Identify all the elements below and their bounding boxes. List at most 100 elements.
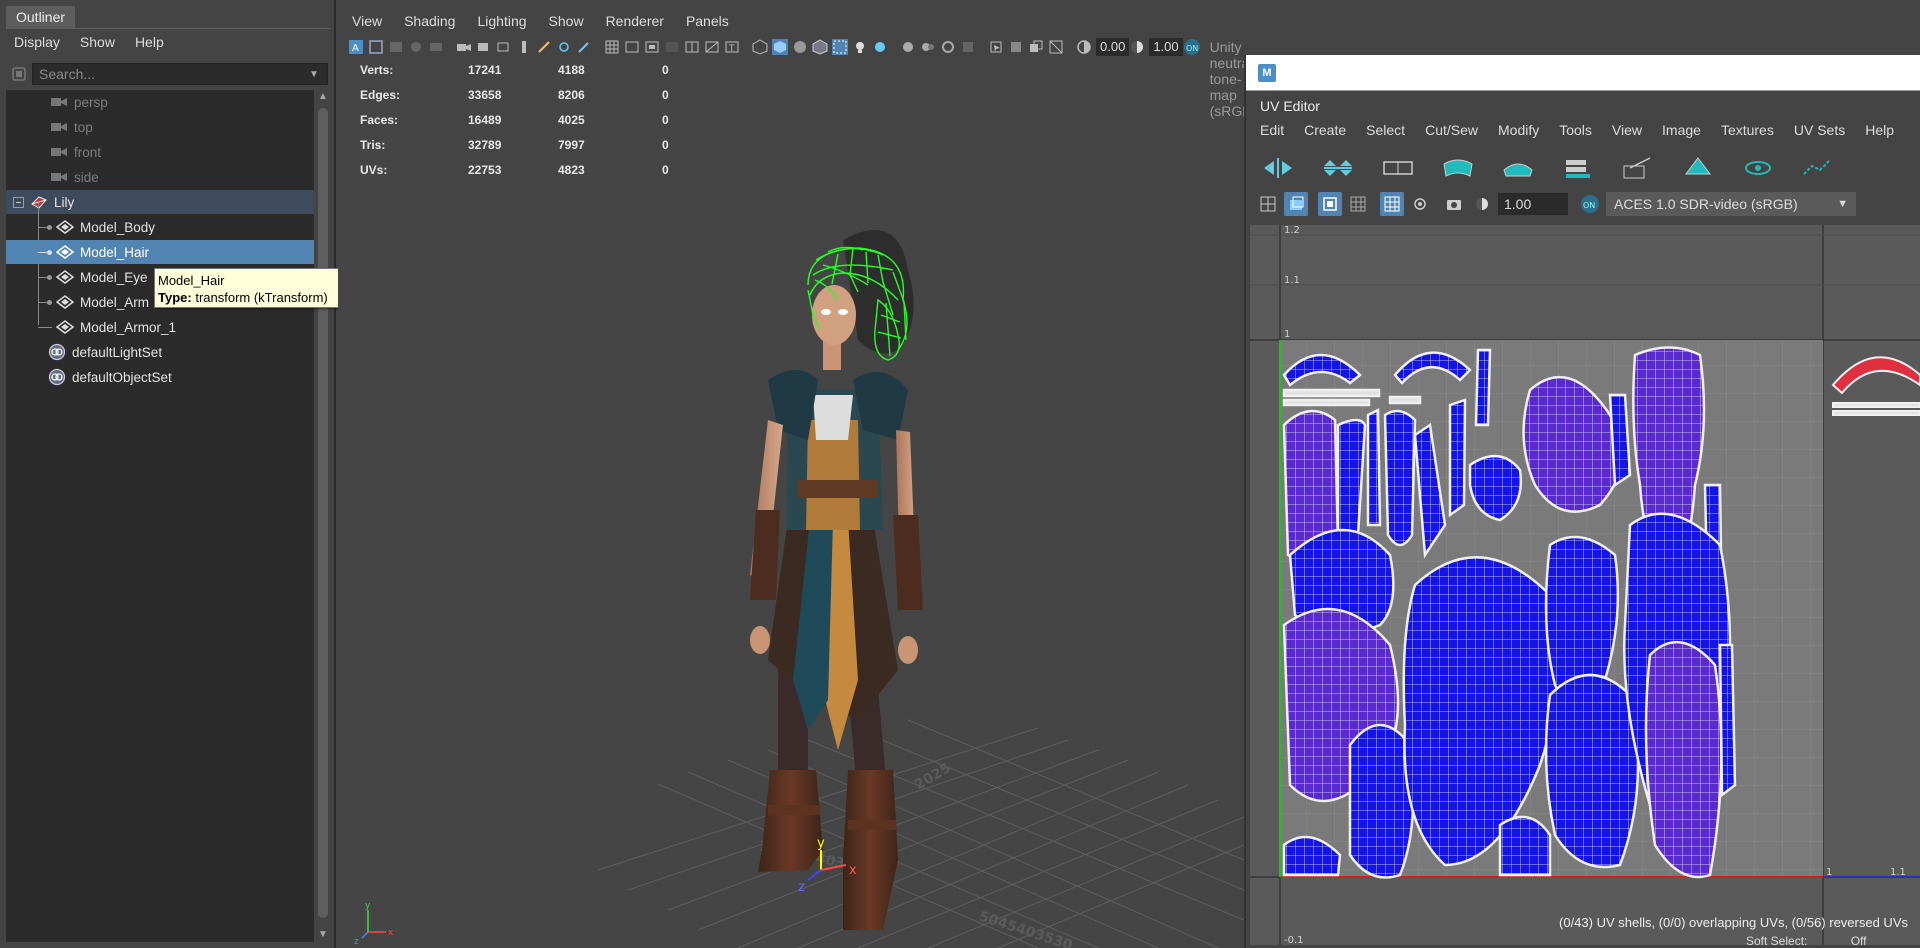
image-plane-icon[interactable] <box>408 39 424 56</box>
depth-of-field-icon[interactable] <box>960 39 976 56</box>
gate-mask-icon[interactable] <box>664 39 680 56</box>
color-management-icon[interactable]: ON <box>1183 39 1200 56</box>
film-gate-icon[interactable] <box>496 39 512 56</box>
uv-checker-icon[interactable] <box>1380 192 1404 216</box>
bookmark-flag-icon[interactable] <box>516 39 532 56</box>
bookmark-icon[interactable] <box>388 39 404 56</box>
outliner-item-default-object-set[interactable]: defaultObjectSet <box>6 365 314 389</box>
uv-color-management-icon[interactable]: ON <box>1578 192 1602 216</box>
camera-icon[interactable] <box>456 39 472 56</box>
uv-menu-textures[interactable]: Textures <box>1721 122 1774 138</box>
menu-help[interactable]: Help <box>135 34 164 50</box>
uv-canvas[interactable]: 1.2 1.1 1 1 1.1 -0.1 <box>1250 225 1920 945</box>
outliner-item-lily[interactable]: Lily <box>6 190 314 214</box>
align-uvs-icon[interactable] <box>1376 153 1420 183</box>
uv-image-display-icon[interactable] <box>1284 192 1308 216</box>
grease-pencil-icon[interactable] <box>536 39 552 56</box>
uv-gamma-field[interactable]: 1.00 <box>1498 193 1568 215</box>
gamma-icon[interactable] <box>1129 39 1145 56</box>
auto-seams-icon[interactable] <box>1796 153 1840 183</box>
outliner-item-default-light-set[interactable]: defaultLightSet <box>6 340 314 364</box>
distribute-icon[interactable] <box>1556 153 1600 183</box>
scroll-down-icon[interactable]: ▼ <box>316 928 330 942</box>
uv-snapshot-icon[interactable] <box>1442 192 1466 216</box>
menu-show[interactable]: Show <box>80 34 115 50</box>
isolate-select-icon[interactable] <box>988 39 1004 56</box>
motion-blur-icon[interactable] <box>920 39 936 56</box>
uv-menu-uv-sets[interactable]: UV Sets <box>1794 122 1845 138</box>
smooth-shade-icon[interactable] <box>772 39 788 56</box>
flip-horizontal-icon[interactable] <box>1256 153 1300 183</box>
uv-texture-space[interactable]: 1.2 1.1 1 1 1.1 -0.1 <box>1250 225 1920 945</box>
scroll-thumb[interactable] <box>318 108 328 918</box>
use-all-lights-icon[interactable] <box>852 39 868 56</box>
outliner-item-top[interactable]: top <box>6 115 314 139</box>
uv-menu-modify[interactable]: Modify <box>1498 122 1539 138</box>
outliner-title-tab[interactable]: Outliner <box>6 6 76 28</box>
camera-lock-icon[interactable] <box>476 39 492 56</box>
menu-show[interactable]: Show <box>549 13 584 29</box>
brush-icon[interactable] <box>576 39 592 56</box>
unfold-icon[interactable] <box>1436 153 1480 183</box>
toggle-hud-icon[interactable] <box>1048 39 1064 56</box>
menu-display[interactable]: Display <box>14 34 60 50</box>
uv-window-titlebar[interactable]: M <box>1246 55 1920 91</box>
xray-components-icon[interactable] <box>1028 39 1044 56</box>
collapse-toggle-icon[interactable] <box>6 196 30 208</box>
screen-space-ao-icon[interactable] <box>900 39 916 56</box>
xray-joints-icon[interactable] <box>556 39 572 56</box>
uv-grid-toggle-icon[interactable] <box>1256 192 1280 216</box>
grid-icon[interactable] <box>604 39 620 56</box>
uv-gamma-icon[interactable] <box>1470 192 1494 216</box>
select-camera-icon[interactable]: A <box>348 39 364 56</box>
outliner-item-side[interactable]: side <box>6 165 314 189</box>
uv-menu-select[interactable]: Select <box>1366 122 1405 138</box>
field-chart-icon[interactable] <box>684 39 700 56</box>
film-gate-toggle-icon[interactable] <box>624 39 640 56</box>
safe-title-icon[interactable]: T <box>724 39 740 56</box>
viewport-scene[interactable]: 7060504030201 5045403530 2025 y x z y x … <box>338 60 1244 948</box>
uv-menu-help[interactable]: Help <box>1865 122 1894 138</box>
menu-lighting[interactable]: Lighting <box>477 13 526 29</box>
uv-menu-create[interactable]: Create <box>1304 122 1346 138</box>
uv-menu-image[interactable]: Image <box>1662 122 1701 138</box>
wireframe-icon[interactable] <box>752 39 768 56</box>
default-material-icon[interactable] <box>792 39 808 56</box>
uv-menu-cut-sew[interactable]: Cut/Sew <box>1425 122 1478 138</box>
search-dropdown-icon[interactable]: ▼ <box>309 69 327 80</box>
uv-shaded-icon[interactable] <box>1318 192 1342 216</box>
menu-panels[interactable]: Panels <box>686 13 729 29</box>
exposure-field[interactable]: 0.00 <box>1096 38 1130 56</box>
layout-icon[interactable] <box>1496 153 1540 183</box>
menu-view[interactable]: View <box>352 13 382 29</box>
uv-dim-image-icon[interactable] <box>1408 192 1432 216</box>
gamma-field[interactable]: 1.00 <box>1149 38 1183 56</box>
texel-density-icon[interactable] <box>1616 153 1660 183</box>
outliner-item-model-body[interactable]: Model_Body <box>6 215 314 239</box>
outliner-item-persp[interactable]: persp <box>6 90 314 114</box>
uv-view-transform-dropdown[interactable]: ACES 1.0 SDR-video (sRGB) ▼ <box>1606 192 1856 216</box>
menu-renderer[interactable]: Renderer <box>606 13 664 29</box>
view-transform-dropdown[interactable]: Unity neutral tone-map (sRGB) <box>1203 38 1244 119</box>
safe-action-icon[interactable] <box>704 39 720 56</box>
xray-icon[interactable] <box>832 39 848 56</box>
filter-icon[interactable] <box>6 63 32 85</box>
uv-menu-edit[interactable]: Edit <box>1260 122 1284 138</box>
uv-menu-view[interactable]: View <box>1612 122 1642 138</box>
shadows-icon[interactable] <box>872 39 888 56</box>
camera-attributes-icon[interactable] <box>368 39 384 56</box>
scroll-up-icon[interactable]: ▲ <box>316 90 330 104</box>
wireframe-on-shaded-icon[interactable] <box>812 39 828 56</box>
viewport-panel[interactable]: View Shading Lighting Show Renderer Pane… <box>338 0 1244 948</box>
flip-vertical-icon[interactable] <box>1316 153 1360 183</box>
two-d-pan-icon[interactable] <box>428 39 444 56</box>
uv-menu-tools[interactable]: Tools <box>1559 122 1592 138</box>
outliner-scrollbar[interactable]: ▲ ▼ <box>316 90 330 942</box>
menu-shading[interactable]: Shading <box>404 13 455 29</box>
xray-active-icon[interactable] <box>1008 39 1024 56</box>
planar-map-icon[interactable] <box>1676 153 1720 183</box>
outliner-item-model-armor-1[interactable]: Model_Armor_1 <box>6 315 314 339</box>
outliner-item-front[interactable]: front <box>6 140 314 164</box>
outliner-item-model-hair[interactable]: Model_Hair <box>6 240 314 264</box>
resolution-gate-icon[interactable] <box>644 39 660 56</box>
